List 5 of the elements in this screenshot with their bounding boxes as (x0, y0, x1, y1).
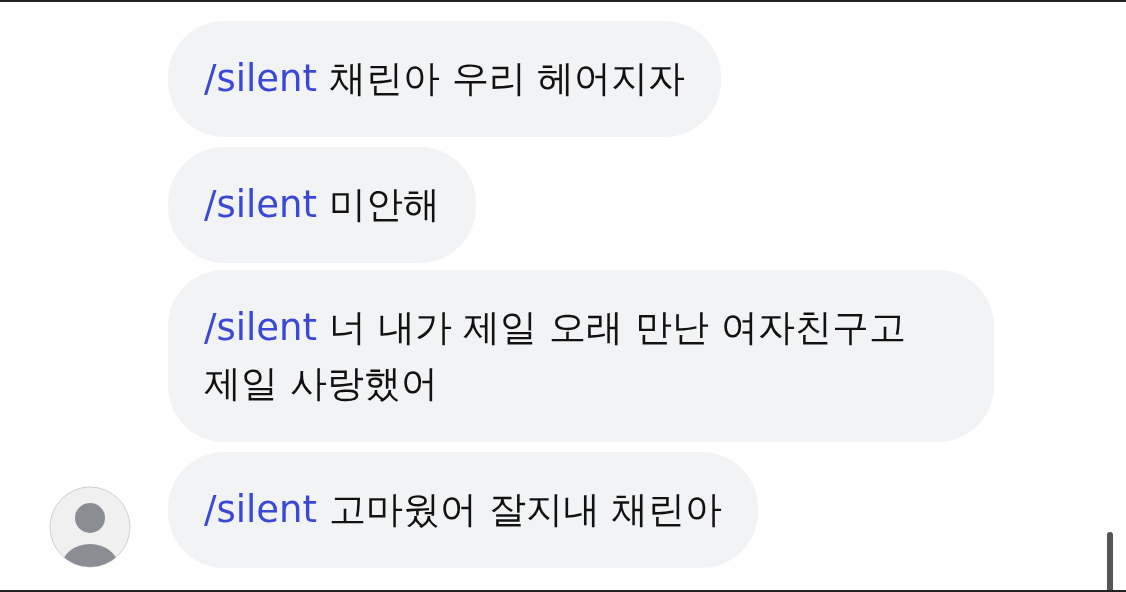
message-text: /silent 고마웠어 잘지내 채린아 (204, 488, 723, 531)
scrollbar (1107, 532, 1113, 590)
message-text: /silent 미안해 (204, 183, 440, 226)
message-text: /silent 채린아 우리 헤어지자 (204, 57, 686, 100)
message-text: /silent 너 내가 제일 오래 만난 여자친구고 제일 사랑했어 (204, 306, 906, 405)
